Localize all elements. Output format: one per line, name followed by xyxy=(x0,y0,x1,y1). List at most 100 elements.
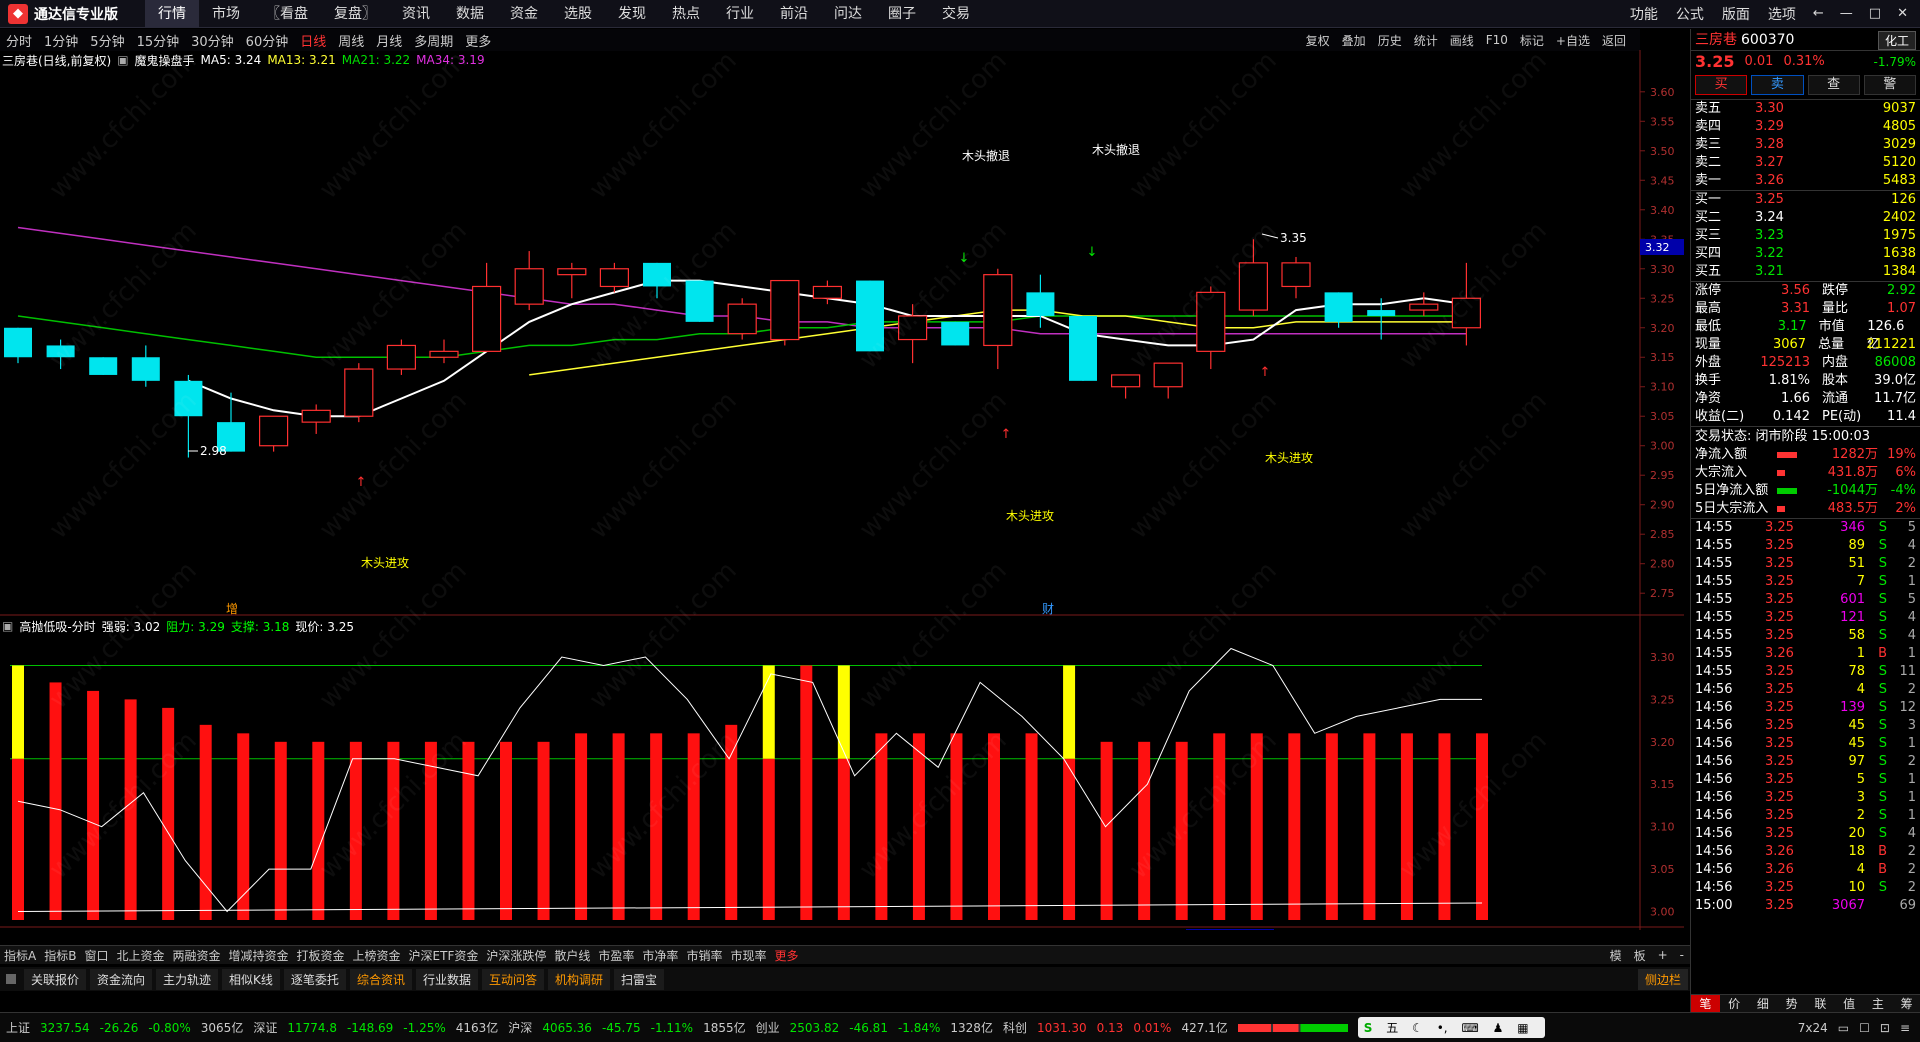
indicator-tab[interactable]: 增减持资金 xyxy=(225,947,293,964)
menu-item[interactable]: 发现 xyxy=(605,0,659,28)
info-tab[interactable]: 主力轨迹 xyxy=(156,968,219,990)
side-tab[interactable]: 值 xyxy=(1835,995,1864,1012)
maximize-icon[interactable]: □ xyxy=(1861,6,1889,21)
index-sh-label[interactable]: 上证 xyxy=(6,1019,30,1036)
chart-tool-button[interactable]: 画线 xyxy=(1444,32,1480,49)
menu-item[interactable]: 行业 xyxy=(713,0,767,28)
indicator-tab[interactable]: 指标A xyxy=(0,947,40,964)
trade-button[interactable]: 查 xyxy=(1807,75,1860,95)
menu-item[interactable]: 热点 xyxy=(659,0,713,28)
side-tab[interactable]: 主 xyxy=(1864,995,1893,1012)
period-tab[interactable]: 1分钟 xyxy=(38,31,84,50)
sub-formula-name[interactable]: 高抛低吸-分时 xyxy=(19,618,95,635)
sub-formula-icon[interactable]: ▣ xyxy=(2,619,13,633)
indicator-tab[interactable]: 更多 xyxy=(770,947,802,964)
period-tab[interactable]: 多周期 xyxy=(408,31,459,50)
chart-tool-button[interactable]: 历史 xyxy=(1372,32,1408,49)
info-tab[interactable]: 逐笔委托 xyxy=(283,968,346,990)
trade-button[interactable]: 买 xyxy=(1695,75,1748,95)
window-control[interactable]: - xyxy=(1674,948,1690,962)
indicator-tab[interactable]: 北上资金 xyxy=(112,947,168,964)
menu-item[interactable]: 前沿 xyxy=(767,0,821,28)
right-menu-item[interactable]: 公式 xyxy=(1667,4,1713,24)
chart-tool-button[interactable]: 返回 xyxy=(1596,32,1632,49)
formula-name[interactable]: 魔鬼操盘手 xyxy=(135,52,195,69)
side-tab[interactable]: 联 xyxy=(1806,995,1835,1012)
status-icon-1[interactable]: ▭ xyxy=(1838,1021,1849,1035)
indicator-tab[interactable]: 两融资金 xyxy=(168,947,224,964)
right-menu-item[interactable]: 选项 xyxy=(1759,4,1805,24)
period-tab[interactable]: 15分钟 xyxy=(131,31,186,50)
menu-item[interactable]: 数据 xyxy=(443,0,497,28)
clock-label[interactable]: 7x24 xyxy=(1798,1021,1828,1035)
chart-tool-button[interactable]: +自选 xyxy=(1550,32,1596,49)
indicator-tab[interactable]: 市盈率 xyxy=(594,947,638,964)
menu-item[interactable]: 资讯 xyxy=(389,0,443,28)
period-tab[interactable]: 月线 xyxy=(370,31,408,50)
side-tab[interactable]: 笔 xyxy=(1691,995,1720,1012)
info-tab[interactable]: 相似K线 xyxy=(222,968,280,990)
menu-item[interactable]: 行情 xyxy=(145,0,199,28)
info-tab[interactable]: 关联报价 xyxy=(24,968,87,990)
sidebar-toggle[interactable]: 侧边栏 xyxy=(1637,968,1688,990)
chart-tool-button[interactable]: 复权 xyxy=(1300,32,1336,49)
sector-button[interactable]: 化工 xyxy=(1877,31,1916,50)
status-icon-3[interactable]: ⊡ xyxy=(1880,1021,1890,1035)
side-tab[interactable]: 细 xyxy=(1749,995,1778,1012)
menu-item[interactable]: 问达 xyxy=(821,0,875,28)
window-control[interactable]: 模 xyxy=(1604,947,1628,964)
trade-button[interactable]: 警 xyxy=(1863,75,1916,95)
period-tab[interactable]: 日线 xyxy=(294,31,332,50)
info-tab[interactable]: 互动问答 xyxy=(481,968,544,990)
index-cy-label[interactable]: 创业 xyxy=(756,1019,780,1036)
side-tab[interactable]: 筹 xyxy=(1892,995,1920,1012)
indicator-tab[interactable]: 市销率 xyxy=(682,947,726,964)
info-tab[interactable]: 综合资讯 xyxy=(349,968,412,990)
index-sz-label[interactable]: 深证 xyxy=(253,1019,277,1036)
side-tab[interactable]: 势 xyxy=(1777,995,1806,1012)
ime-toolbar[interactable]: S 五 ☾ •, ⌨ ♟ ▦ xyxy=(1357,1017,1545,1038)
info-tab[interactable]: 机构调研 xyxy=(547,968,610,990)
indicator-tab[interactable]: 打板资金 xyxy=(293,947,349,964)
chart-tool-button[interactable]: 叠加 xyxy=(1336,32,1372,49)
index-hs-label[interactable]: 沪深 xyxy=(508,1019,532,1036)
info-bar-icon[interactable] xyxy=(6,974,16,984)
indicator-tab[interactable]: 市净率 xyxy=(638,947,682,964)
window-control[interactable]: + xyxy=(1652,948,1674,962)
chart-tool-button[interactable]: F10 xyxy=(1480,33,1514,47)
indicator-tab[interactable]: 窗口 xyxy=(80,947,112,964)
menu-item[interactable]: 选股 xyxy=(551,0,605,28)
chart-tool-button[interactable]: 统计 xyxy=(1408,32,1444,49)
indicator-tab[interactable]: 指标B xyxy=(40,947,80,964)
status-icon-2[interactable]: ☐ xyxy=(1859,1021,1870,1035)
window-control[interactable]: 板 xyxy=(1628,947,1652,964)
close-icon[interactable]: ✕ xyxy=(1889,6,1916,21)
menu-item[interactable]: 圈子 xyxy=(875,0,929,28)
info-tab[interactable]: 资金流向 xyxy=(90,968,153,990)
status-icon-4[interactable]: ≡ xyxy=(1900,1021,1910,1035)
period-tab[interactable]: 30分钟 xyxy=(185,31,240,50)
formula-icon[interactable]: ▣ xyxy=(117,53,128,67)
trade-button[interactable]: 卖 xyxy=(1751,75,1804,95)
menu-item[interactable]: 〖看盘 xyxy=(253,0,321,28)
menu-item[interactable]: 复盘〗 xyxy=(321,0,389,28)
indicator-tab[interactable]: 沪深ETF资金 xyxy=(405,947,483,964)
indicator-tab[interactable]: 市现率 xyxy=(726,947,770,964)
info-tab[interactable]: 行业数据 xyxy=(415,968,478,990)
back-icon[interactable]: ← xyxy=(1805,6,1832,21)
chart-tool-button[interactable]: 标记 xyxy=(1514,32,1550,49)
index-kc-label[interactable]: 科创 xyxy=(1003,1019,1027,1036)
minimize-icon[interactable]: — xyxy=(1832,6,1861,21)
right-menu-item[interactable]: 版面 xyxy=(1713,4,1759,24)
menu-item[interactable]: 交易 xyxy=(929,0,983,28)
right-menu-item[interactable]: 功能 xyxy=(1621,4,1667,24)
menu-item[interactable]: 市场 xyxy=(199,0,253,28)
side-tab[interactable]: 价 xyxy=(1720,995,1749,1012)
indicator-tab[interactable]: 上榜资金 xyxy=(349,947,405,964)
period-tab[interactable]: 更多 xyxy=(459,31,497,50)
period-tab[interactable]: 周线 xyxy=(332,31,370,50)
period-tab[interactable]: 5分钟 xyxy=(84,31,130,50)
kline-chart[interactable]: 3.60 3.55 3.50 3.45 3.40 3.35 3.30 3.25 3.20 3.15… xyxy=(0,50,1684,930)
info-tab[interactable]: 扫雷宝 xyxy=(614,968,665,990)
period-tab[interactable]: 分时 xyxy=(0,31,38,50)
